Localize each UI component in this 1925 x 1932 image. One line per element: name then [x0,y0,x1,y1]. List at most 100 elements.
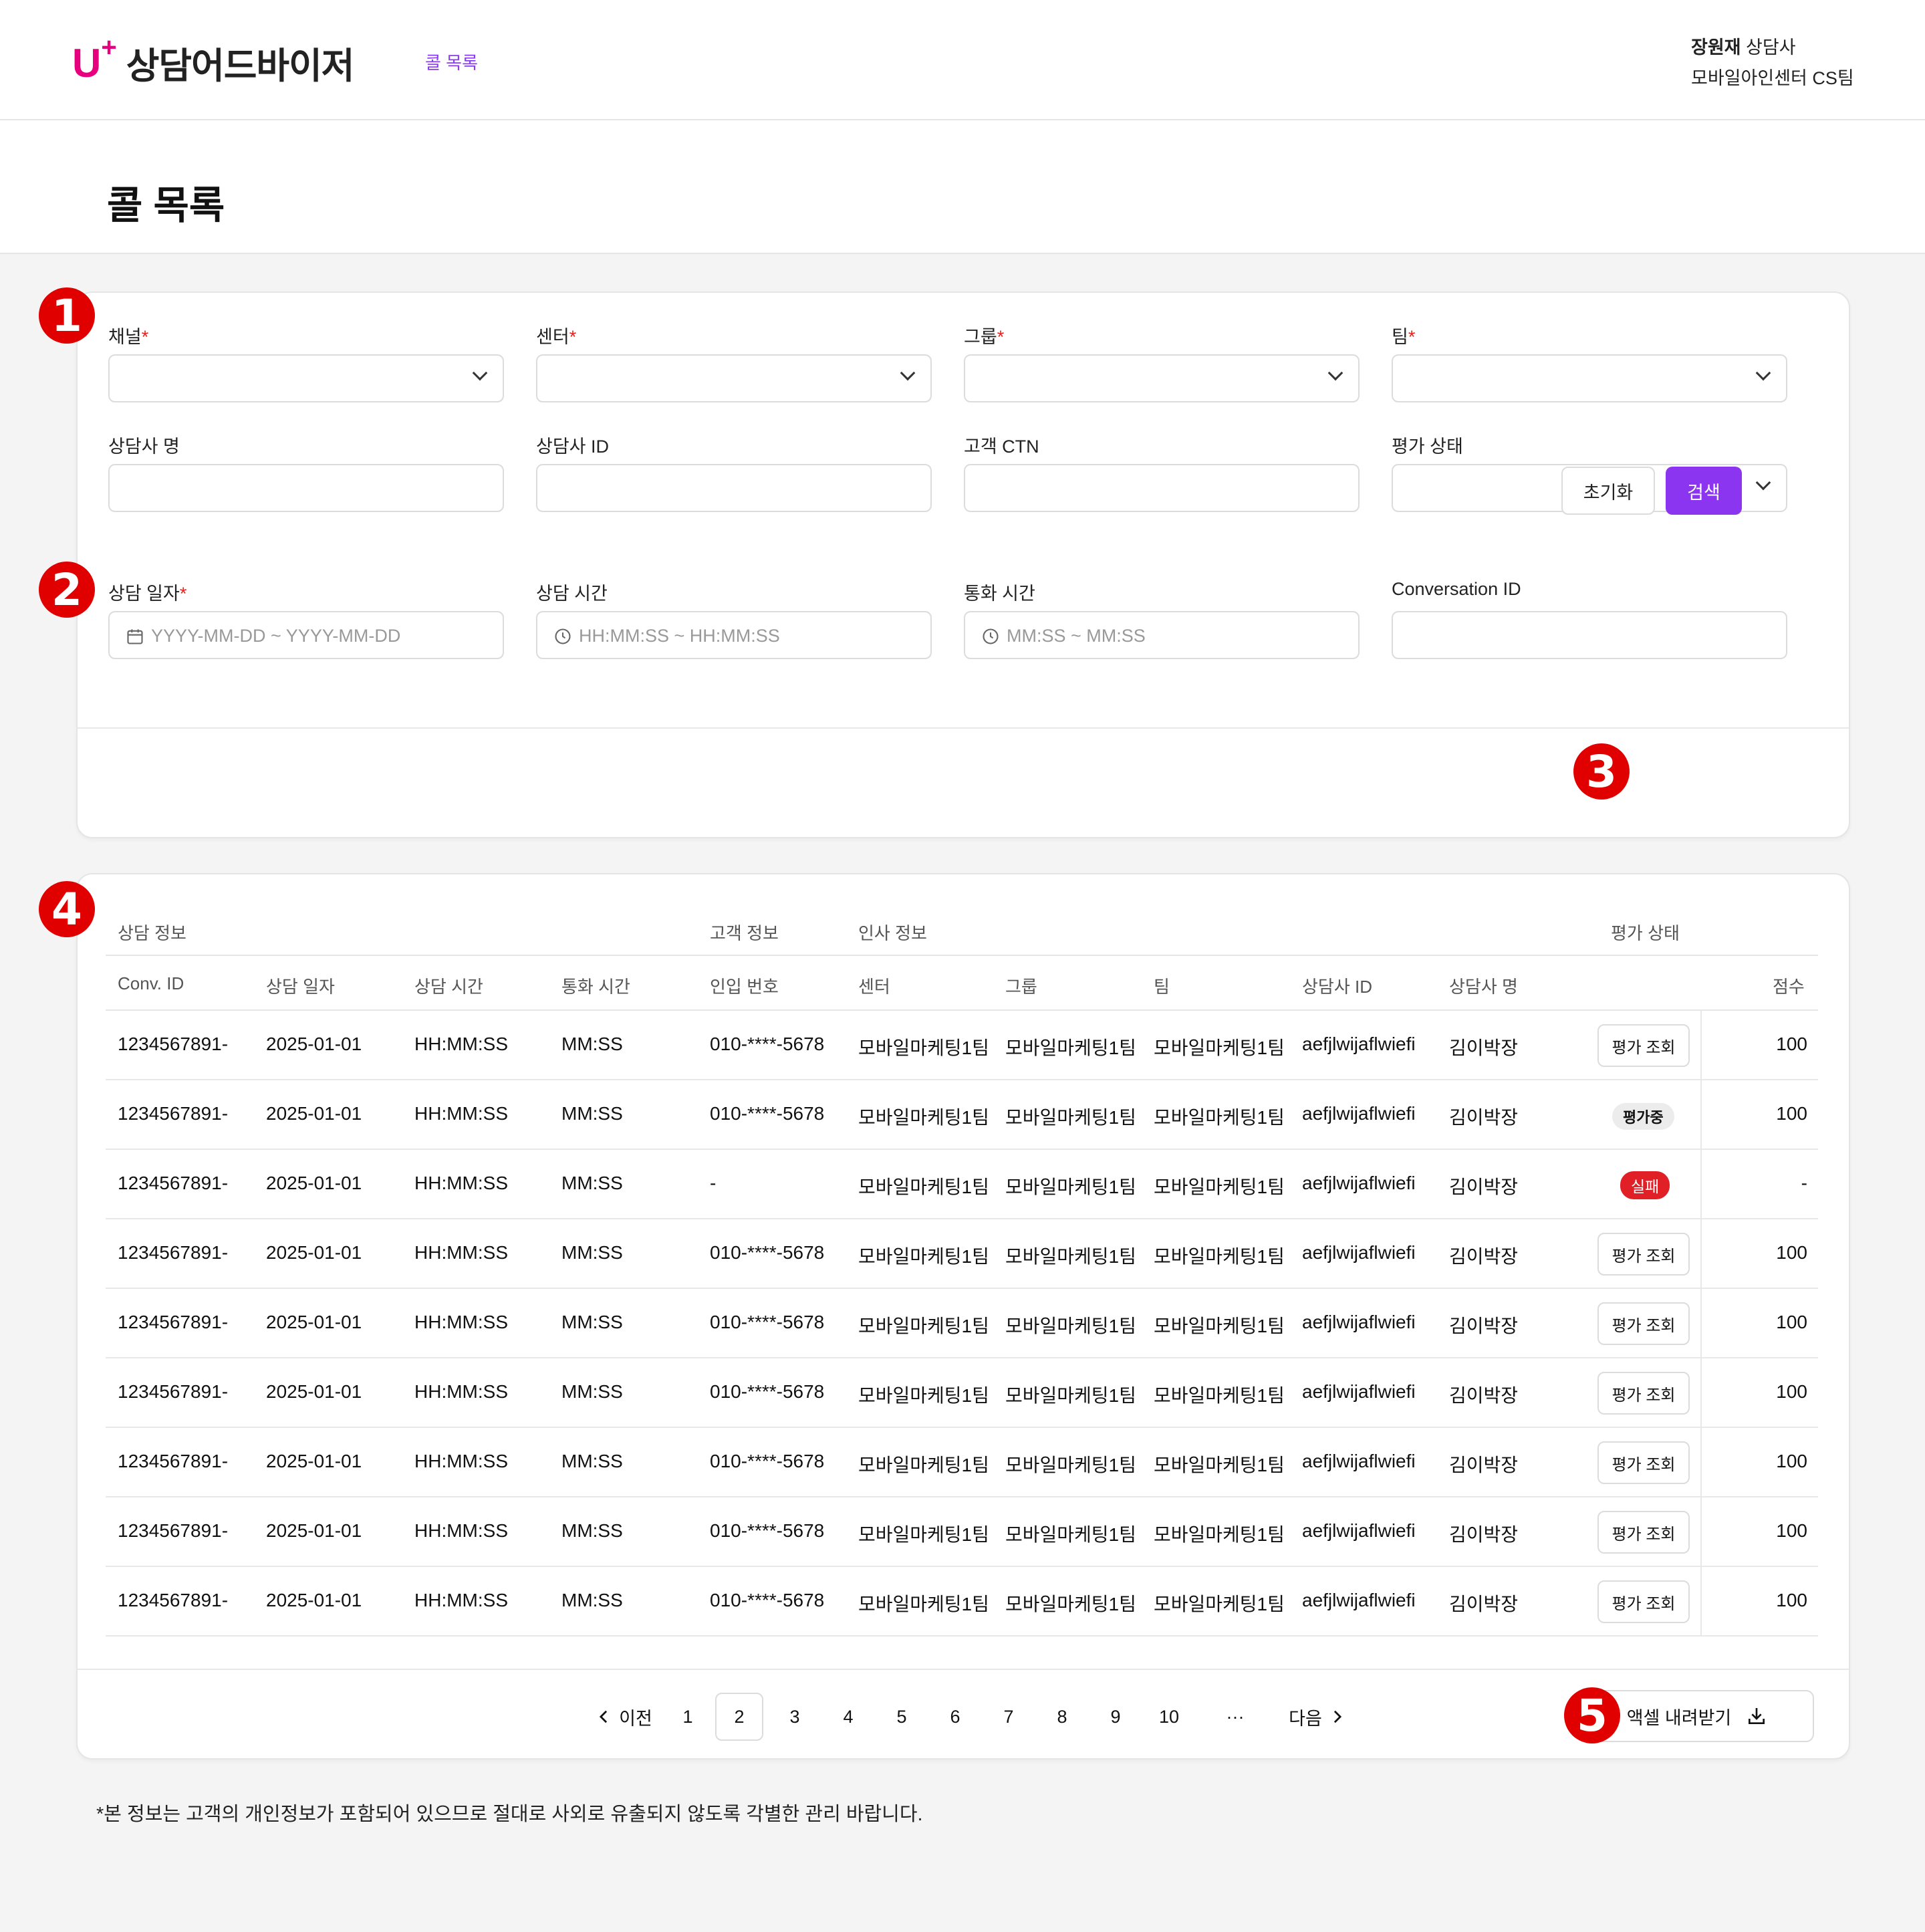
number-cell: 010-****-5678 [710,1590,825,1610]
reset-button[interactable]: 초기화 [1561,467,1655,515]
date-cell: 2025-01-01 [266,1034,362,1054]
agent-id-input[interactable] [536,464,932,512]
col-call: 통화 시간 [561,977,630,997]
calendar-icon [127,629,143,644]
status-badge-in-progress: 평가중 [1612,1103,1674,1130]
conversation-id-input[interactable] [1392,611,1787,659]
group-cell: 모바일마케팅1팀 [1005,1177,1136,1197]
channel-select[interactable] [108,354,504,402]
view-evaluation-button[interactable]: 평가 조회 [1597,1233,1690,1276]
view-evaluation-button[interactable]: 평가 조회 [1597,1511,1690,1554]
conv-id-cell: 1234567891- [118,1242,229,1263]
page-3-button[interactable]: 3 [778,1693,811,1741]
annotation-marker-2: 2 [39,562,95,618]
logo-text: 상담어드바이저 [126,46,355,86]
customer-ctn-input[interactable] [964,464,1360,512]
agent-name-input[interactable] [108,464,504,512]
agent-name-cell: 김이박장 [1449,1316,1519,1336]
conv-id-cell: 1234567891- [118,1520,229,1541]
time-cell: HH:MM:SS [414,1103,508,1124]
col-conv-id: Conv. ID [118,973,184,993]
team-cell: 모바일마케팅1팀 [1154,1594,1285,1614]
time-cell: HH:MM:SS [414,1242,508,1263]
time-cell: HH:MM:SS [414,1520,508,1541]
table-row[interactable]: 1234567891- 2025-01-01 HH:MM:SS MM:SS 010-**… [106,1219,1818,1289]
page-9-button[interactable]: 9 [1099,1693,1132,1741]
view-evaluation-button[interactable]: 평가 조회 [1597,1302,1690,1345]
table-row[interactable]: 1234567891- 2025-01-01 HH:MM:SS MM:SS 010-**… [106,1567,1818,1637]
call-time-range-input[interactable]: MM:SS ~ MM:SS [964,611,1360,659]
table-row[interactable]: 1234567891- 2025-01-01 HH:MM:SS MM:SS - 모바일마케… [106,1150,1818,1219]
view-evaluation-button[interactable]: 평가 조회 [1597,1372,1690,1415]
table-row[interactable]: 1234567891- 2025-01-01 HH:MM:SS MM:SS 010-**… [106,1358,1818,1428]
team-cell: 모바일마케팅1팀 [1154,1316,1285,1336]
logo[interactable]: U+ 상담어드바이저 [72,33,355,89]
conv-id-cell: 1234567891- [118,1451,229,1471]
prev-page-button[interactable]: 이전 [588,1693,662,1741]
page-6-button[interactable]: 6 [938,1693,972,1741]
conv-id-cell: 1234567891- [118,1034,229,1054]
privacy-notice: *본 정보는 고객의 개인정보가 포함되어 있으므로 절대로 사외로 유출되지 … [96,1804,923,1825]
page-10-button[interactable]: 10 [1152,1693,1186,1741]
agent-name-cell: 김이박장 [1449,1107,1519,1128]
number-cell: 010-****-5678 [710,1103,825,1124]
next-page-button[interactable]: 다음 [1279,1693,1353,1741]
date-cell: 2025-01-01 [266,1381,362,1402]
consult-date-range-input[interactable]: YYYY-MM-DD ~ YYYY-MM-DD [108,611,504,659]
group-cell: 모바일마케팅1팀 [1005,1107,1136,1128]
nav-link-call-list[interactable]: 콜 목록 [425,49,478,74]
score-cell: 100 [1776,1103,1807,1124]
agent-name-cell: 김이박장 [1449,1246,1519,1267]
table-row[interactable]: 1234567891- 2025-01-01 HH:MM:SS MM:SS 010-**… [106,1428,1818,1497]
score-cell: 100 [1776,1451,1807,1471]
time-cell: HH:MM:SS [414,1173,508,1193]
column-separator [1700,1428,1702,1496]
team-cell: 모바일마케팅1팀 [1154,1107,1285,1128]
user-team: 모바일아인센터 CS팀 [1691,68,1854,88]
date-cell: 2025-01-01 [266,1520,362,1541]
page-5-button[interactable]: 5 [885,1693,918,1741]
agent-id-label: 상담사 ID [536,437,610,457]
center-cell: 모바일마케팅1팀 [858,1455,989,1475]
ellipsis: ··· [1226,1706,1245,1727]
time-cell: HH:MM:SS [414,1034,508,1054]
column-separator [1700,1219,1702,1288]
center-label: 센터* [536,327,577,347]
score-cell: 100 [1776,1242,1807,1263]
search-button[interactable]: 검색 [1666,467,1742,515]
table-row[interactable]: 1234567891- 2025-01-01 HH:MM:SS MM:SS 010-**… [106,1289,1818,1358]
agent-name-cell: 김이박장 [1449,1385,1519,1406]
page-1-button[interactable]: 1 [671,1693,704,1741]
table-row[interactable]: 1234567891- 2025-01-01 HH:MM:SS MM:SS 010-**… [106,1497,1818,1567]
center-cell: 모바일마케팅1팀 [858,1316,989,1336]
annotation-marker-4: 4 [39,881,95,937]
channel-label: 채널* [108,327,149,347]
center-select[interactable] [536,354,932,402]
view-evaluation-button[interactable]: 평가 조회 [1597,1441,1690,1484]
status-badge-failed: 실패 [1620,1171,1670,1199]
view-evaluation-button[interactable]: 평가 조회 [1597,1580,1690,1623]
group-cell: 모바일마케팅1팀 [1005,1385,1136,1406]
table-row[interactable]: 1234567891- 2025-01-01 HH:MM:SS MM:SS 010-**… [106,1011,1818,1080]
table-row[interactable]: 1234567891- 2025-01-01 HH:MM:SS MM:SS 010-**… [106,1080,1818,1150]
agent-name-cell: 김이박장 [1449,1524,1519,1545]
agent-id-cell: aefjlwijaflwiefi [1302,1103,1416,1124]
page-4-button[interactable]: 4 [831,1693,865,1741]
center-cell: 모바일마케팅1팀 [858,1038,989,1058]
annotation-marker-3: 3 [1573,743,1630,800]
col-time: 상담 시간 [414,977,483,997]
consult-time-range-input[interactable]: HH:MM:SS ~ HH:MM:SS [536,611,932,659]
team-select[interactable] [1392,354,1787,402]
call-time-cell: MM:SS [561,1312,623,1332]
date-placeholder: YYYY-MM-DD ~ YYYY-MM-DD [151,626,401,646]
chevron-down-icon [472,365,488,381]
conv-id-cell: 1234567891- [118,1312,229,1332]
center-cell: 모바일마케팅1팀 [858,1107,989,1128]
view-evaluation-button[interactable]: 평가 조회 [1597,1024,1690,1067]
center-cell: 모바일마케팅1팀 [858,1177,989,1197]
next-label: 다음 [1289,1708,1322,1729]
group-select[interactable] [964,354,1360,402]
page-7-button[interactable]: 7 [992,1693,1025,1741]
page-8-button[interactable]: 8 [1045,1693,1079,1741]
page-2-button[interactable]: 2 [715,1693,763,1741]
